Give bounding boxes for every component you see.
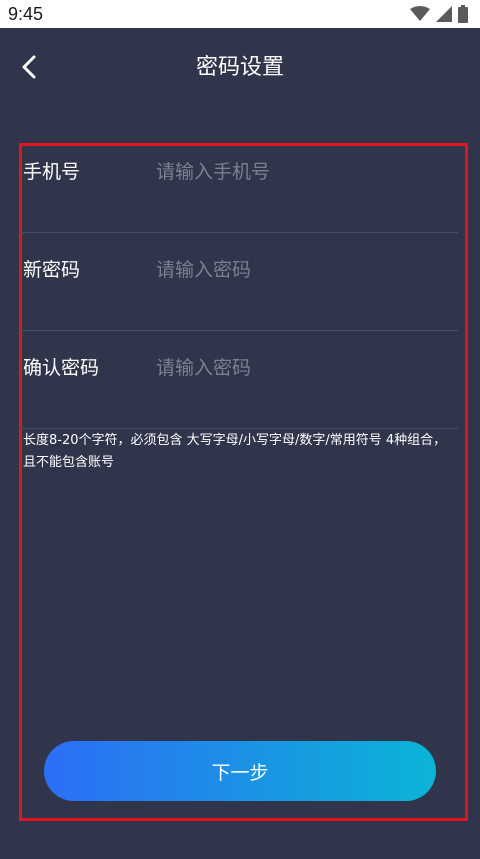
confirm-password-input[interactable] <box>156 351 446 385</box>
page-title: 密码设置 <box>195 55 284 80</box>
confirm-password-label: 确认密码 <box>23 357 100 379</box>
battery-icon <box>458 5 468 23</box>
status-icons <box>410 5 468 23</box>
phone-field-row: 手机号 <box>20 135 458 233</box>
status-bar: 9:45 <box>0 0 480 28</box>
wifi-icon <box>410 6 430 22</box>
new-password-input[interactable] <box>156 253 446 287</box>
next-step-button[interactable]: 下一步 <box>44 741 436 801</box>
new-password-label: 新密码 <box>23 259 81 281</box>
phone-input[interactable] <box>156 155 446 189</box>
confirm-password-field-row: 确认密码 <box>20 331 458 429</box>
new-password-field-row: 新密码 <box>20 233 458 331</box>
status-time: 9:45 <box>8 4 44 24</box>
phone-label: 手机号 <box>23 161 81 183</box>
password-rule-hint: 长度8-20个字符，必须包含 大写字母/小写字母/数字/常用符号 4种组合，且不… <box>23 433 447 470</box>
app-header: 密码设置 <box>0 28 480 108</box>
signal-icon <box>436 6 452 22</box>
